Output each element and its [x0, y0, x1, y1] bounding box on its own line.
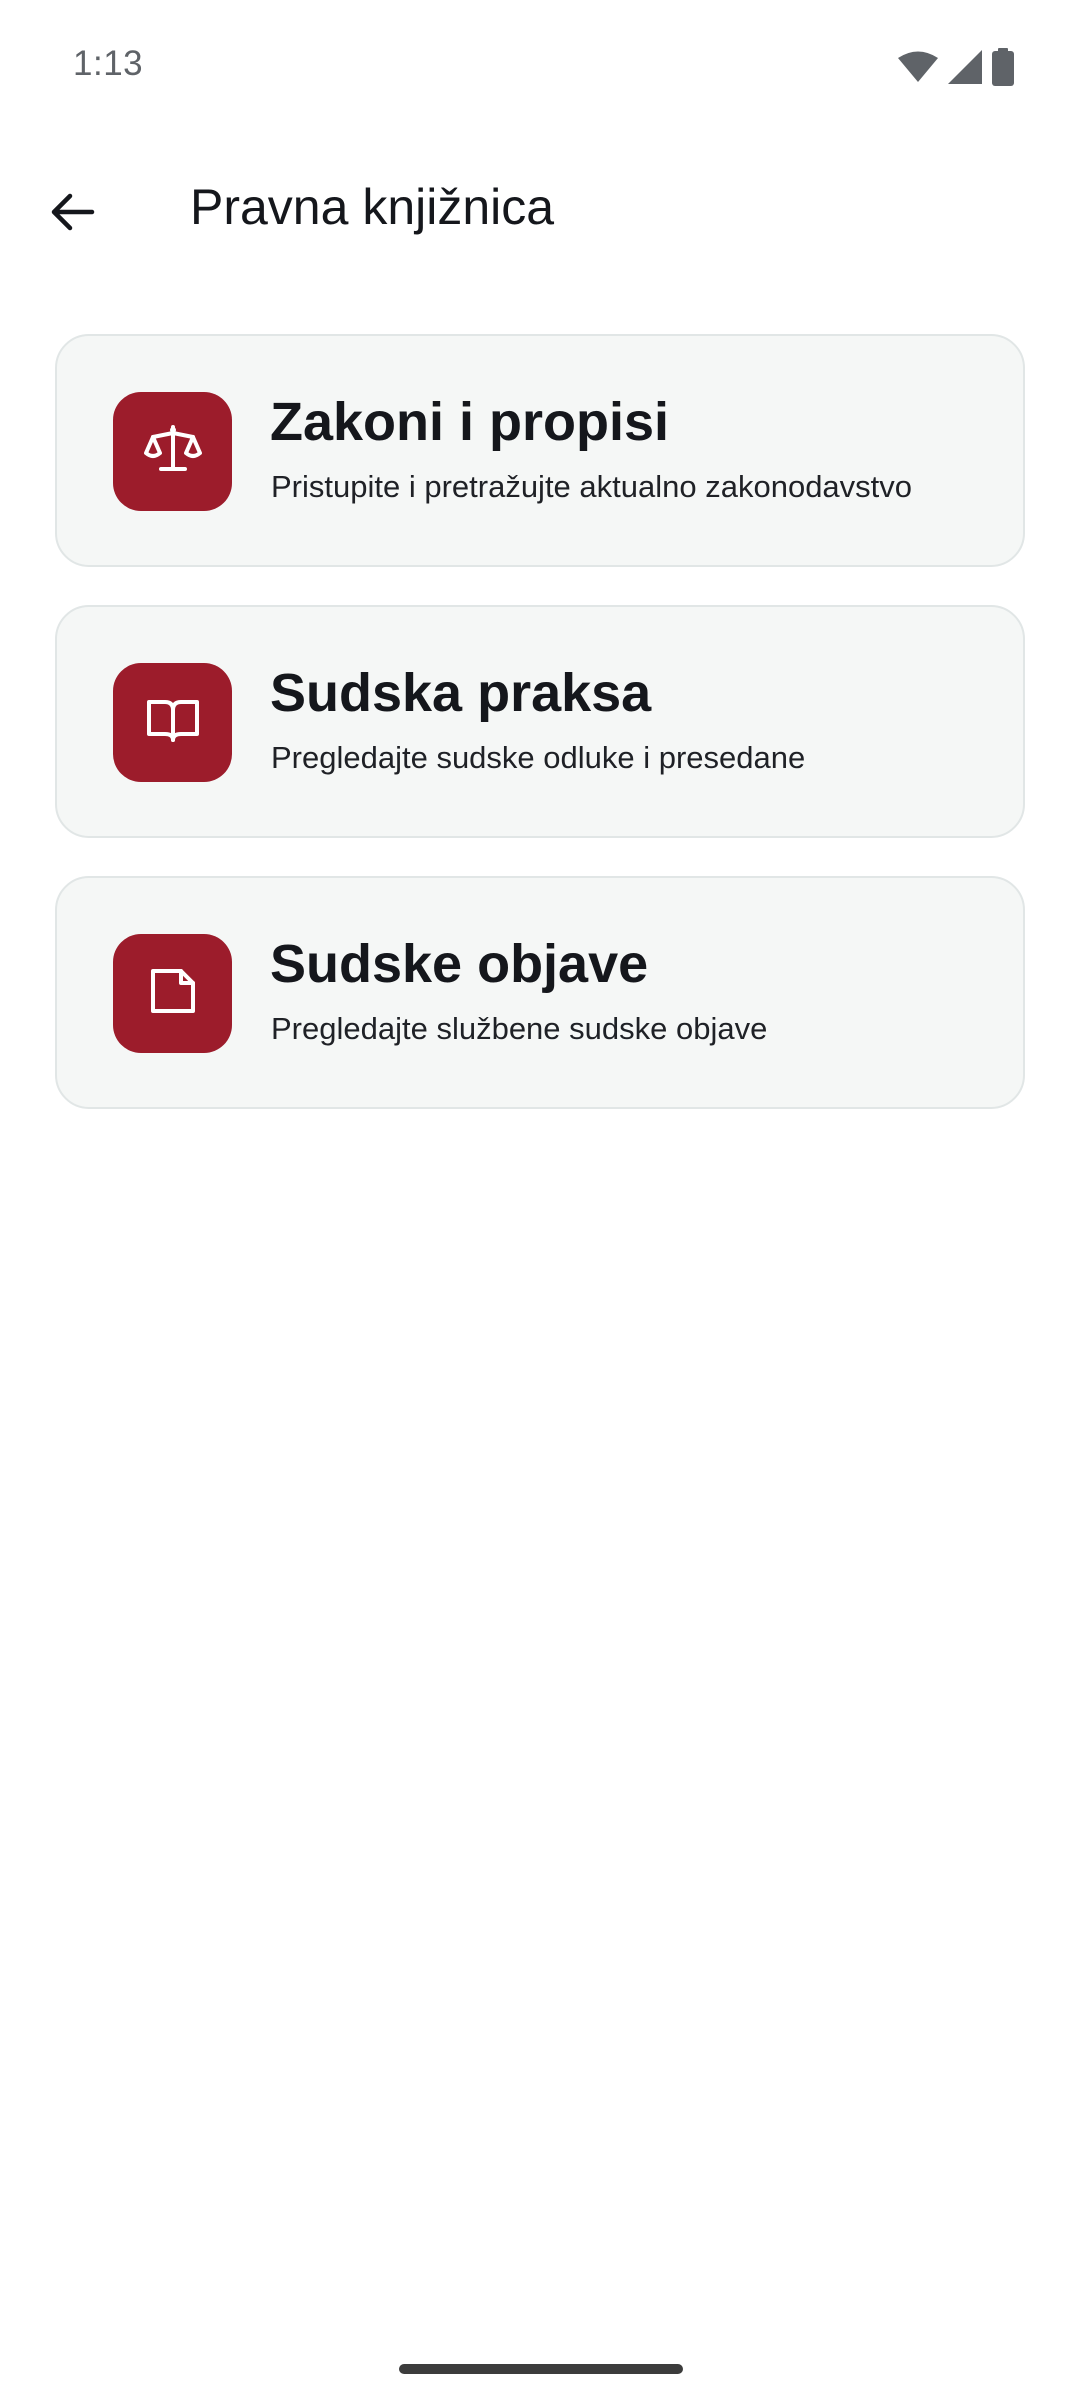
- app-bar: Pravna knjižnica: [0, 150, 1080, 260]
- signal-icon: [948, 50, 982, 84]
- card-case-law[interactable]: Sudska praksa Pregledajte sudske odluke …: [55, 605, 1025, 838]
- wifi-icon: [898, 51, 938, 83]
- status-bar: 1:13: [0, 0, 1080, 130]
- card-icon-container: [113, 934, 232, 1053]
- card-title: Sudske objave: [270, 934, 649, 994]
- card-subtitle: Pristupite i pretražujte aktualno zakono…: [271, 469, 913, 504]
- card-icon-container: [113, 663, 232, 782]
- card-subtitle: Pregledajte službene sudske objave: [271, 1011, 768, 1046]
- card-subtitle: Pregledajte sudske odluke i presedane: [271, 740, 806, 775]
- battery-icon: [992, 48, 1014, 86]
- status-icons: [898, 48, 1014, 86]
- card-laws-regulations[interactable]: Zakoni i propisi Pristupite i pretražujt…: [55, 334, 1025, 567]
- card-title: Sudska praksa: [270, 663, 652, 723]
- arrow-left-icon: [48, 188, 96, 241]
- status-time: 1:13: [73, 44, 144, 83]
- card-icon-container: [113, 392, 232, 511]
- page-title: Pravna knjižnica: [190, 179, 555, 235]
- scales-icon: [143, 419, 203, 484]
- card-court-announcements[interactable]: Sudske objave Pregledajte službene sudsk…: [55, 876, 1025, 1109]
- open-book-icon: [143, 690, 203, 755]
- card-title: Zakoni i propisi: [270, 392, 670, 452]
- document-icon: [143, 961, 203, 1026]
- library-cards: Zakoni i propisi Pristupite i pretražujt…: [55, 334, 1025, 1147]
- back-button[interactable]: [30, 172, 114, 256]
- home-indicator[interactable]: [399, 2364, 683, 2374]
